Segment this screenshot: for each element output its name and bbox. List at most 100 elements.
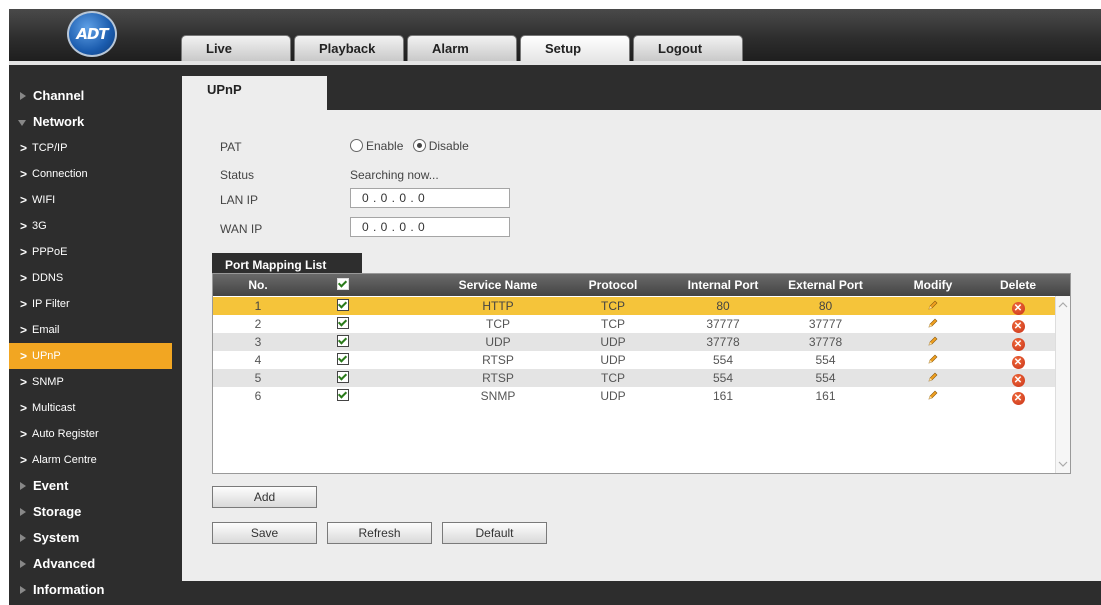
sidebar-item-label: UPnP [32,350,61,362]
cell-protocol: TCP [601,317,625,331]
sidebar-item-connection[interactable]: > Connection [9,161,181,187]
sidebar-section-system[interactable]: System [9,525,181,551]
table-scrollbar[interactable] [1055,296,1070,473]
table-row[interactable]: 1 HTTP TCP 80 80 ✕ [213,297,1070,315]
cell-protocol: UDP [600,353,626,367]
modify-button[interactable] [883,333,983,351]
sidebar-item-label: Connection [32,168,88,180]
pat-enable-radio[interactable] [350,139,363,152]
delete-x-icon: ✕ [1011,302,1025,315]
sidebar-item-label: Multicast [32,402,76,414]
delete-button[interactable]: ✕ [983,351,1053,369]
pat-enable-label: Enable [366,139,404,153]
sidebar-item-label: IP Filter [32,298,70,310]
sidebar-item-email[interactable]: > Email [9,317,181,343]
scroll-down-arrow-icon[interactable] [1058,459,1068,469]
sidebar-item-3g[interactable]: >3G [9,213,181,239]
collapsed-arrow-icon [20,482,26,490]
pat-disable-radio[interactable] [412,139,426,152]
sub-tab-bar: UPnP [182,76,1101,110]
collapsed-arrow-icon [20,534,26,542]
sidebar-item-label: WIFI [32,194,56,206]
cell-no: 5 [254,371,262,385]
sidebar-section-storage[interactable]: Storage [9,499,181,525]
table-row[interactable]: 3 UDP UDP 37778 37778 ✕ [213,333,1070,351]
sidebar-item-ddns[interactable]: > DDNS [9,265,181,291]
main-nav-tabs: Live Playback Alarm Setup Logout [181,35,746,61]
sidebar-item-upnp[interactable]: > UPnP [9,343,172,369]
expanded-arrow-icon [18,120,26,126]
sidebar-section-network[interactable]: Network [9,109,181,135]
cell-external-port: 554 [815,353,836,367]
tabbar-divider [9,61,1101,65]
pencil-icon [928,390,938,400]
table-header: No. Service Name Protocol Internal Port … [213,274,1070,296]
chevron-right-icon: > [20,245,28,259]
sidebar-item-snmp[interactable]: > SNMP [9,369,181,395]
checkbox-checked-icon [337,278,349,290]
tab-upnp[interactable]: UPnP [182,76,327,110]
table-row[interactable]: 5 RTSP TCP 554 554 ✕ [213,369,1070,387]
collapsed-arrow-icon [20,508,26,516]
column-header-internal-port: Internal Port [687,278,759,292]
sidebar-item-tcpip[interactable]: > TCP/IP [9,135,181,161]
delete-button[interactable]: ✕ [983,315,1053,333]
sidebar-section-event[interactable]: Event [9,473,181,499]
delete-button[interactable]: ✕ [983,333,1053,351]
cell-no: 6 [254,389,262,403]
delete-x-icon: ✕ [1011,338,1025,351]
sidebar-item-label: Auto Register [32,428,99,440]
cell-no: 4 [254,353,262,367]
delete-button[interactable]: ✕ [983,297,1053,315]
sidebar-item-auto-register[interactable]: > Auto Register [9,421,181,447]
modify-button[interactable] [883,315,983,333]
table-row[interactable]: 2 TCP TCP 37777 37777 ✕ [213,315,1070,333]
table-row[interactable]: 6 SNMP UDP 161 161 ✕ [213,387,1070,405]
delete-x-icon: ✕ [1011,392,1025,405]
sidebar-section-information[interactable]: Information [9,577,181,603]
select-all-checkbox[interactable] [303,274,383,296]
sidebar-item-ip-filter[interactable]: > IP Filter [9,291,181,317]
chevron-right-icon: > [20,323,28,337]
row-checkbox[interactable] [303,333,383,351]
wan-ip-field[interactable]: 0 . 0 . 0 . 0 [350,217,510,237]
modify-button[interactable] [883,387,983,405]
delete-button[interactable]: ✕ [983,387,1053,405]
cell-no: 3 [254,335,262,349]
lan-ip-field[interactable]: 0 . 0 . 0 . 0 [350,188,510,208]
scroll-up-arrow-icon[interactable] [1058,300,1068,310]
tab-live[interactable]: Live [181,35,291,61]
add-button[interactable]: Add [212,486,317,508]
sidebar-item-alarm-centre[interactable]: > Alarm Centre [9,447,181,473]
save-button[interactable]: Save [212,522,317,544]
refresh-button[interactable]: Refresh [327,522,432,544]
column-header-modify: Modify [913,278,953,292]
tab-playback[interactable]: Playback [294,35,404,61]
row-checkbox[interactable] [303,351,383,369]
sidebar-item-wifi[interactable]: > WIFI [9,187,181,213]
chevron-right-icon: > [20,349,28,363]
default-button[interactable]: Default [442,522,547,544]
header-bar: ADT Live Playback Alarm Setup Logout [9,9,1101,61]
checkbox-checked-icon [337,299,349,311]
tab-setup[interactable]: Setup [520,35,630,61]
sidebar-item-label: PPPoE [32,246,68,258]
row-checkbox[interactable] [303,369,383,387]
modify-button[interactable] [883,297,983,315]
modify-button[interactable] [883,351,983,369]
checkbox-checked-icon [337,335,349,347]
tab-logout[interactable]: Logout [633,35,743,61]
modify-button[interactable] [883,369,983,387]
sidebar-item-multicast[interactable]: > Multicast [9,395,181,421]
row-checkbox[interactable] [303,315,383,333]
sidebar-section-advanced[interactable]: Advanced [9,551,181,577]
tab-alarm[interactable]: Alarm [407,35,517,61]
row-checkbox[interactable] [303,387,383,405]
table-row[interactable]: 4 RTSP UDP 554 554 ✕ [213,351,1070,369]
row-checkbox[interactable] [303,297,383,315]
cell-internal-port: 80 [716,299,730,313]
delete-button[interactable]: ✕ [983,369,1053,387]
sidebar-item-pppoe[interactable]: > PPPoE [9,239,181,265]
sidebar-section-channel[interactable]: Channel [9,83,181,109]
checkbox-checked-icon [337,353,349,365]
